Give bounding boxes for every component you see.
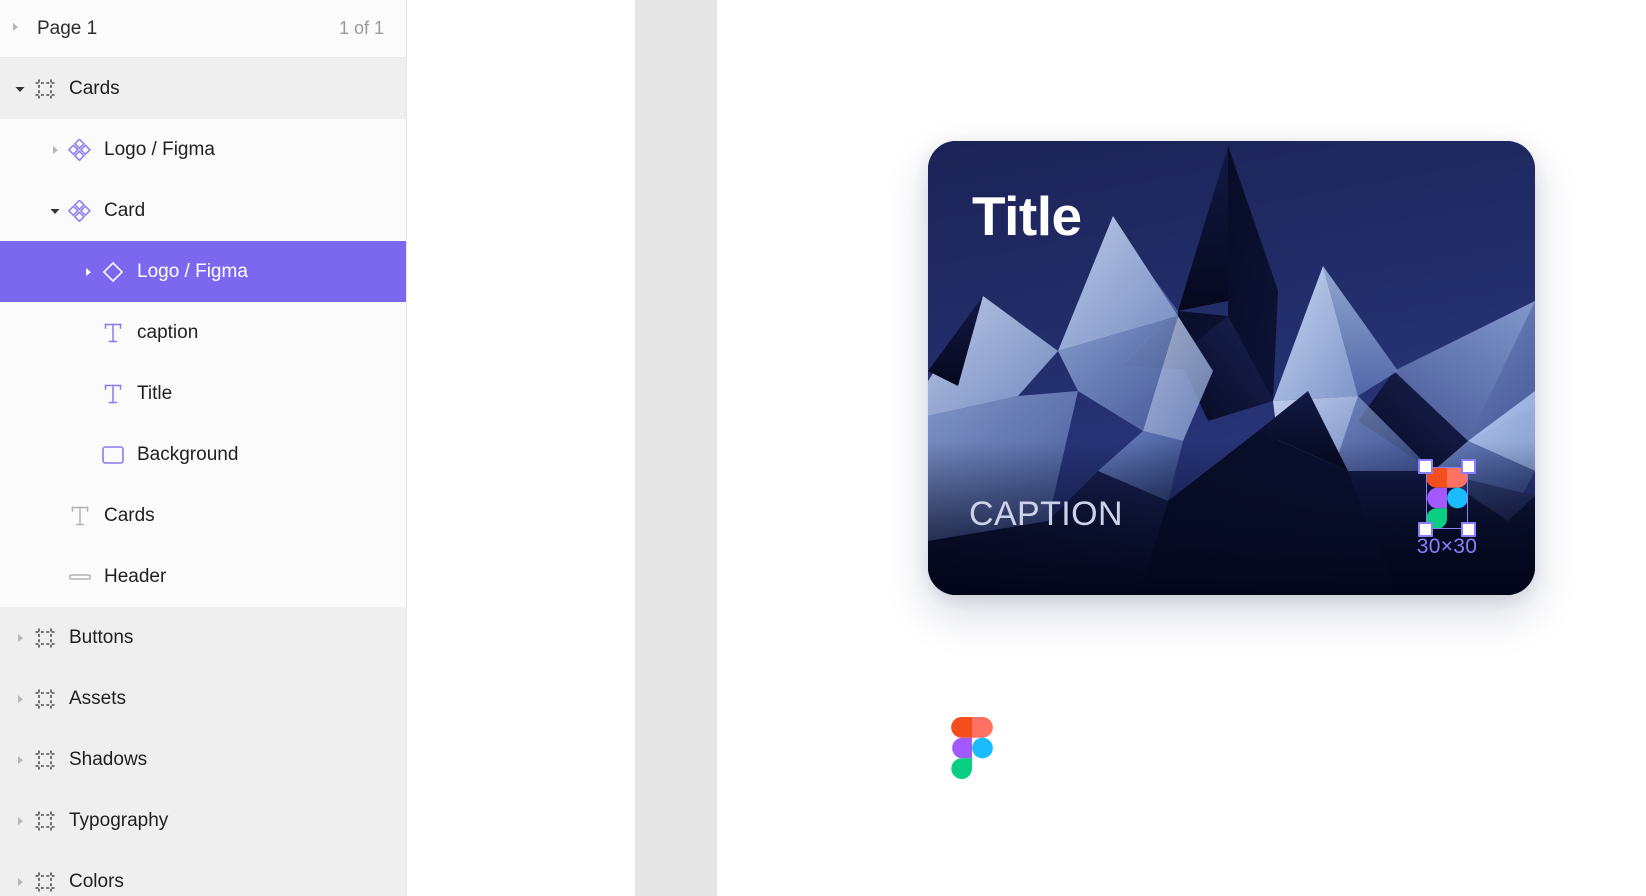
card[interactable]: Title CAPTION 30×30 [928, 141, 1535, 595]
card-title: Title [972, 185, 1082, 247]
caret-spacer [78, 384, 98, 404]
figma-logo [951, 717, 993, 779]
layer-row-label: Header [104, 565, 167, 587]
layer-row-logo-figma[interactable]: Logo / Figma [0, 119, 406, 180]
chevron-down-icon[interactable] [45, 201, 65, 221]
selection-dimensions-label: 30×30 [1416, 535, 1478, 558]
layer-row-label: Buttons [69, 626, 134, 648]
rectangle-icon [98, 440, 128, 470]
chevron-right-icon[interactable] [10, 689, 30, 709]
canvas-figma-logo[interactable] [951, 717, 993, 779]
frame-icon [30, 684, 60, 714]
selection-bounding-box [1426, 467, 1468, 529]
figma-window: Page 1 1 of 1 Cards Logo / Figma Card Logo … [0, 0, 1646, 896]
page-count: 1 of 1 [338, 18, 384, 38]
page-row[interactable]: Page 1 1 of 1 [0, 0, 406, 58]
caret-spacer [78, 445, 98, 465]
instance-icon [98, 257, 128, 287]
layer-row-cards[interactable]: Cards [0, 485, 406, 546]
caret-spacer [45, 567, 65, 587]
frame-icon [30, 74, 60, 104]
layer-row-buttons[interactable]: Buttons [0, 607, 406, 668]
text-icon [65, 501, 95, 531]
caret-spacer [45, 506, 65, 526]
component-icon [65, 196, 95, 226]
layer-row-label: Card [104, 199, 146, 221]
layer-row-label: Colors [69, 870, 124, 892]
frame-icon [30, 806, 60, 836]
resize-handle-top-right[interactable] [1461, 459, 1476, 474]
layers-sidebar: Page 1 1 of 1 Cards Logo / Figma Card Logo … [0, 0, 407, 896]
canvas-gray-strip [635, 0, 717, 896]
chevron-right-icon[interactable] [45, 140, 65, 160]
layer-row-cards[interactable]: Cards [0, 58, 406, 119]
layer-row-title[interactable]: Title [0, 363, 406, 424]
chevron-right-icon[interactable] [78, 262, 98, 282]
chevron-right-icon[interactable] [10, 628, 30, 648]
layer-list: Cards Logo / Figma Card Logo / Figma caption… [0, 58, 406, 896]
design-canvas[interactable]: Title CAPTION 30×30 [407, 0, 1646, 896]
chevron-right-icon[interactable] [10, 872, 30, 892]
resize-handle-top-left[interactable] [1418, 459, 1433, 474]
layer-row-assets[interactable]: Assets [0, 668, 406, 729]
layer-row-label: Shadows [69, 748, 148, 770]
layer-row-header[interactable]: Header [0, 546, 406, 607]
frame-icon [30, 745, 60, 775]
component-icon [65, 135, 95, 165]
text-icon [98, 318, 128, 348]
chevron-right-icon[interactable] [10, 750, 30, 770]
chevron-down-icon[interactable] [10, 79, 30, 99]
frame-icon [30, 867, 60, 896]
frame-icon [30, 623, 60, 653]
layer-row-label: Typography [69, 809, 169, 831]
layer-row-typography[interactable]: Typography [0, 790, 406, 851]
layer-row-label: Cards [104, 504, 155, 526]
layer-row-label: Title [137, 382, 173, 404]
page-name: Page 1 [37, 17, 98, 39]
caret-spacer [78, 323, 98, 343]
layer-row-caption[interactable]: caption [0, 302, 406, 363]
layer-row-shadows[interactable]: Shadows [0, 729, 406, 790]
layer-row-label: caption [137, 321, 199, 343]
layer-row-label: Logo / Figma [137, 260, 248, 282]
layer-row-logo-figma[interactable]: Logo / Figma [0, 241, 406, 302]
layer-row-card[interactable]: Card [0, 180, 406, 241]
chevron-right-icon[interactable] [10, 811, 30, 831]
chevron-right-icon[interactable] [10, 20, 32, 38]
layer-row-background[interactable]: Background [0, 424, 406, 485]
card-artboard[interactable]: Title CAPTION 30×30 [928, 141, 1535, 595]
layer-row-label: Cards [69, 77, 120, 99]
line-icon [65, 562, 95, 592]
selected-logo-instance[interactable]: 30×30 [1417, 459, 1477, 558]
text-icon [98, 379, 128, 409]
layer-row-label: Background [137, 443, 239, 465]
layer-row-colors[interactable]: Colors [0, 851, 406, 896]
card-caption: CAPTION [969, 495, 1123, 533]
layer-row-label: Logo / Figma [104, 138, 215, 160]
layer-row-label: Assets [69, 687, 127, 709]
